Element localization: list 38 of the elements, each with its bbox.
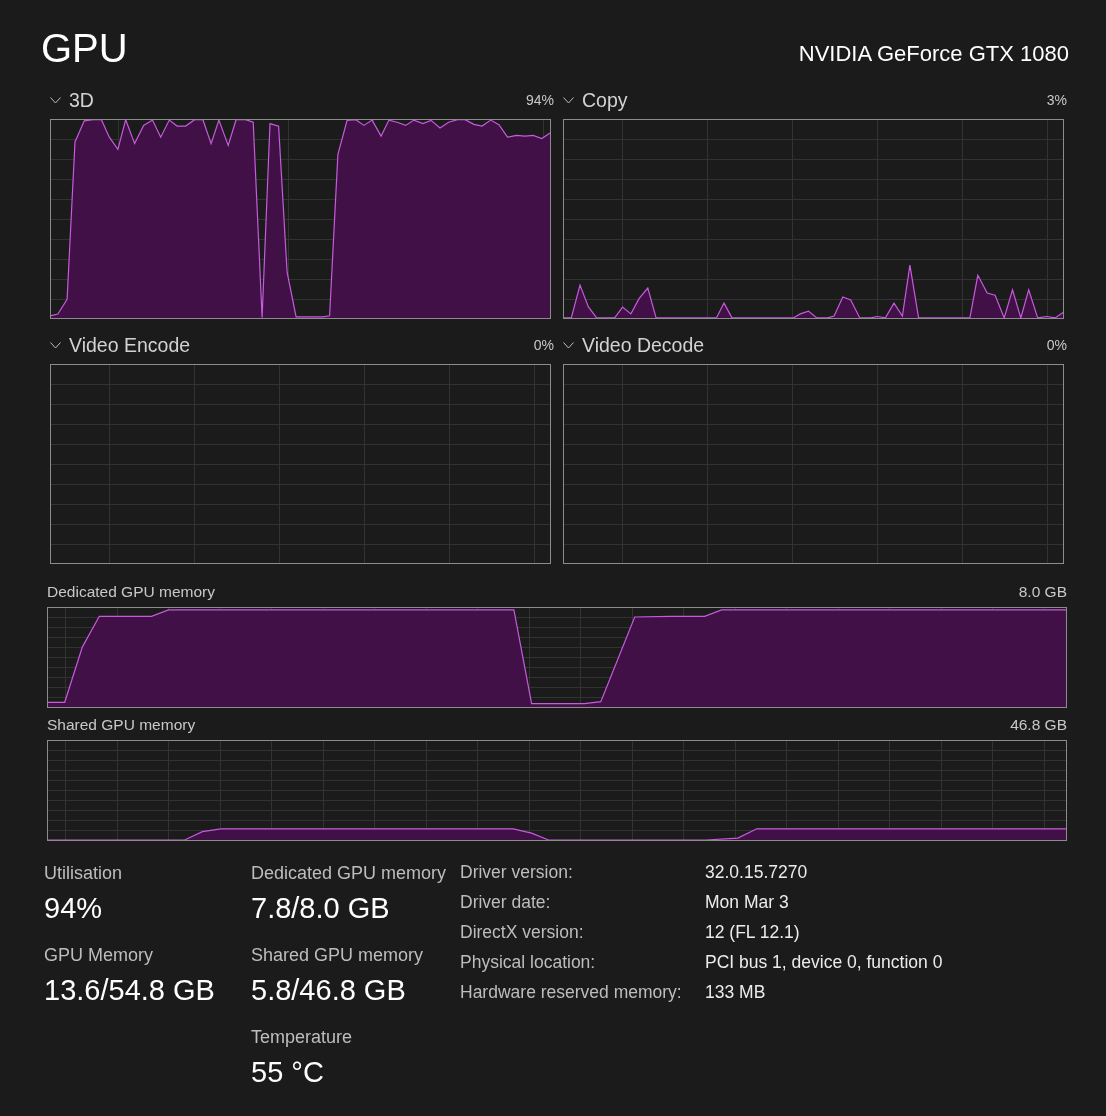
stat-label: Shared GPU memory <box>251 944 425 967</box>
memory-graph-label: Dedicated GPU memory <box>47 582 215 603</box>
engine-dropdown[interactable]: Video Encode <box>50 333 191 357</box>
memory-graph-max: 46.8 GB <box>1010 715 1067 736</box>
detail-value: Mon Mar 3 <box>705 891 790 914</box>
detail-label: DirectX version: <box>460 921 585 944</box>
detail-label: Driver version: <box>460 861 574 884</box>
engine-dropdown[interactable]: Video Decode <box>563 333 705 357</box>
stat-value: 55 °C <box>251 1055 325 1090</box>
detail-label: Physical location: <box>460 951 597 974</box>
detail-label: Driver date: <box>460 891 552 914</box>
stat-value: 5.8/46.8 GB <box>251 973 407 1008</box>
stat-label: Utilisation <box>44 862 124 885</box>
stat-label: Temperature <box>251 1026 354 1049</box>
detail-value: PCI bus 1, device 0, function 0 <box>705 951 943 974</box>
memory-graph-label: Shared GPU memory <box>47 715 196 736</box>
engine-reading: 94% <box>525 91 554 110</box>
detail-value: 12 (FL 12.1) <box>705 921 801 944</box>
stat-label: Dedicated GPU memory <box>251 862 448 885</box>
engine-reading: 0% <box>1046 336 1067 355</box>
detail-value: 133 MB <box>705 981 767 1004</box>
stat-value: 7.8/8.0 GB <box>251 891 391 926</box>
device-name: NVIDIA GeForce GTX 1080 <box>798 40 1069 68</box>
engine-reading: 3% <box>1046 91 1067 110</box>
detail-label: Hardware reserved memory: <box>460 981 683 1004</box>
stat-value: 13.6/54.8 GB <box>44 973 216 1008</box>
page-title: GPU <box>41 25 128 72</box>
memory-graph-max: 8.0 GB <box>1018 582 1067 603</box>
engine-dropdown[interactable]: 3D <box>50 88 94 112</box>
chevron-down-icon <box>563 341 574 349</box>
chevron-down-icon <box>563 96 574 104</box>
engine-reading: 0% <box>533 336 554 355</box>
chevron-down-icon <box>50 341 61 349</box>
stat-value: 94% <box>44 891 104 926</box>
chevron-down-icon <box>50 96 61 104</box>
detail-value: 32.0.15.7270 <box>705 861 809 884</box>
engine-dropdown[interactable]: Copy <box>563 88 628 112</box>
stat-label: GPU Memory <box>44 944 154 967</box>
